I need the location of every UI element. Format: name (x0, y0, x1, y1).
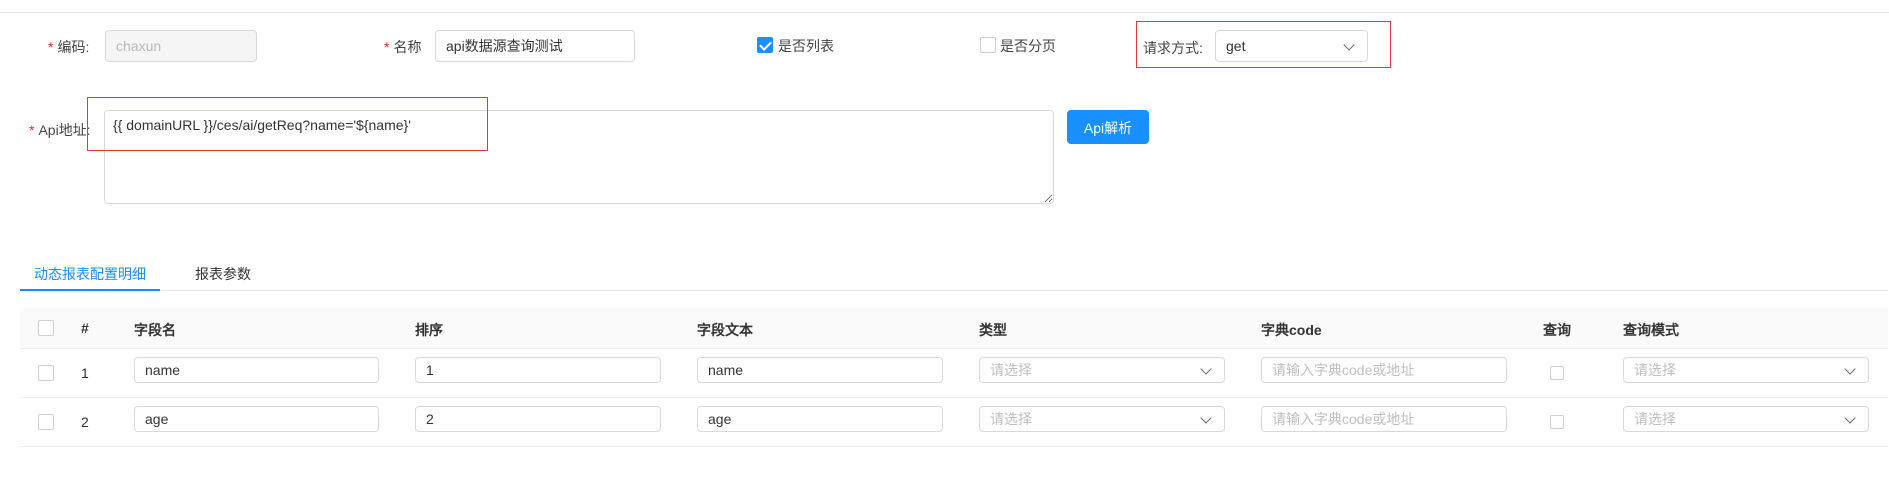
dict-code-input[interactable]: 请输入字典code或地址 (1261, 406, 1507, 432)
query-mode-select[interactable]: 请选择 (1623, 406, 1869, 432)
type-select[interactable]: 请选择 (979, 357, 1225, 383)
type-select[interactable]: 请选择 (979, 406, 1225, 432)
method-select[interactable]: get (1215, 30, 1368, 62)
type-select-placeholder: 请选择 (990, 362, 1032, 378)
required-mark: * (29, 122, 35, 138)
required-mark: * (384, 39, 390, 55)
query-mode-placeholder: 请选择 (1634, 411, 1676, 427)
field-text-input[interactable]: age (697, 406, 943, 432)
query-mode-placeholder: 请选择 (1634, 362, 1676, 378)
top-divider (0, 12, 1889, 13)
is-paged-checkbox[interactable] (980, 37, 996, 53)
order-input[interactable]: 1 (415, 357, 661, 383)
name-input[interactable]: api数据源查询测试 (435, 30, 635, 62)
table-header: # 字段名 排序 字段文本 类型 字典code 查询 查询模式 (20, 308, 1888, 349)
row-checkbox[interactable] (38, 365, 54, 381)
dict-code-placeholder: 请输入字典code或地址 (1272, 411, 1415, 427)
col-dict-code: 字典code (1261, 322, 1322, 338)
row-checkbox[interactable] (38, 414, 54, 430)
chevron-down-icon (1844, 363, 1856, 375)
method-label: 请求方式: (1143, 40, 1203, 56)
chevron-down-icon (1343, 39, 1355, 51)
api-label: * Api地址: (29, 122, 91, 138)
tab-report-params[interactable]: 报表参数 (195, 264, 251, 284)
col-order: 排序 (415, 322, 443, 338)
tab-ink-bar (20, 289, 160, 291)
chevron-down-icon (1200, 412, 1212, 424)
order-input[interactable]: 2 (415, 406, 661, 432)
is-list-checkbox[interactable] (757, 37, 773, 53)
field-name-input[interactable]: name (134, 357, 379, 383)
col-type: 类型 (979, 322, 1007, 338)
col-field-name: 字段名 (134, 322, 176, 338)
tab-divider (20, 290, 1888, 291)
col-query: 查询 (1543, 322, 1571, 338)
chevron-down-icon (1844, 412, 1856, 424)
api-highlight-box (87, 97, 488, 151)
query-checkbox[interactable] (1550, 366, 1564, 380)
select-all-checkbox[interactable] (38, 320, 54, 336)
table-row: 1 name 1 name 请选择 请输入字典code或地址 请选择 (20, 349, 1888, 398)
col-query-mode: 查询模式 (1623, 322, 1679, 338)
type-select-placeholder: 请选择 (990, 411, 1032, 427)
field-name-input[interactable]: age (134, 406, 379, 432)
method-select-value: get (1226, 38, 1246, 54)
name-label: * 名称 (384, 39, 422, 55)
field-text-input[interactable]: name (697, 357, 943, 383)
required-mark: * (48, 39, 54, 55)
chevron-down-icon (1200, 363, 1212, 375)
col-index: # (81, 320, 89, 336)
dict-code-input[interactable]: 请输入字典code或地址 (1261, 357, 1507, 383)
row-index: 1 (81, 365, 89, 381)
dict-code-placeholder: 请输入字典code或地址 (1272, 362, 1415, 378)
tab-report-config-detail[interactable]: 动态报表配置明细 (34, 264, 146, 284)
col-field-text: 字段文本 (697, 322, 753, 338)
is-list-label: 是否列表 (778, 38, 834, 54)
is-paged-label: 是否分页 (1000, 38, 1056, 54)
api-parse-button[interactable]: Api解析 (1067, 110, 1149, 144)
query-checkbox[interactable] (1550, 415, 1564, 429)
table-row: 2 age 2 age 请选择 请输入字典code或地址 请选择 (20, 398, 1888, 447)
row-index: 2 (81, 414, 89, 430)
code-label: * 编码: (48, 39, 90, 55)
query-mode-select[interactable]: 请选择 (1623, 357, 1869, 383)
code-input[interactable]: chaxun (105, 30, 257, 62)
